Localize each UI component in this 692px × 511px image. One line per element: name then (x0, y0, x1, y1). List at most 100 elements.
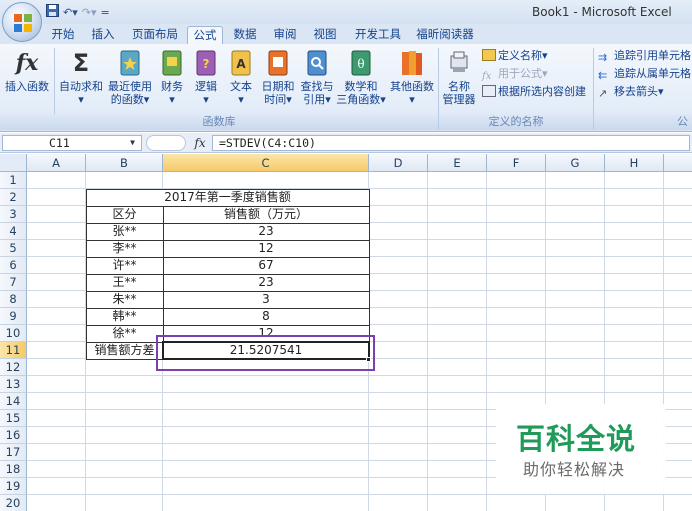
create-from-selection-icon (482, 85, 496, 97)
tab-view[interactable]: 视图 (308, 26, 342, 44)
tab-data[interactable]: 数据 (228, 26, 262, 44)
row-header[interactable]: 5 (0, 240, 27, 257)
define-name-icon (482, 49, 496, 61)
name-manager-button[interactable]: 名称 管理器 (440, 48, 478, 112)
save-icon[interactable] (46, 4, 59, 21)
fx-icon: fx (15, 50, 39, 76)
name-box[interactable]: C11 ▼ (2, 135, 142, 151)
column-header-a[interactable]: A (27, 154, 86, 172)
tab-page-layout[interactable]: 页面布局 (126, 26, 184, 44)
insert-function-button[interactable]: fx 插入函数 (2, 48, 52, 112)
column-header-d[interactable]: D (369, 154, 428, 172)
book-text-icon: A (231, 50, 251, 76)
remove-arrows-icon: ↗ (598, 87, 608, 100)
row-header[interactable]: 10 (0, 325, 27, 342)
column-header-c[interactable]: C (163, 154, 369, 172)
table-cell-name[interactable]: 王** (86, 274, 163, 291)
tab-home[interactable]: 开始 (46, 26, 80, 44)
column-header-e[interactable]: E (428, 154, 487, 172)
more-functions-button[interactable]: 其他函数 ▾ (388, 48, 436, 112)
date-time-button[interactable]: 日期和 时间▾ (259, 48, 297, 112)
insert-function-fx-icon[interactable]: fx (190, 135, 210, 151)
financial-button[interactable]: 财务 ▾ (156, 48, 188, 112)
result-label[interactable]: 销售额方差 (86, 342, 163, 359)
trace-precedents-button[interactable]: ⇉ 追踪引用单元格 (598, 48, 691, 64)
header-region[interactable]: 区分 (86, 206, 163, 223)
ribbon-tabs: 开始 插入 页面布局 公式 数据 审阅 视图 开发工具 福昕阅读器 (0, 24, 692, 44)
row-header[interactable]: 13 (0, 376, 27, 393)
ribbon: fx 插入函数 Σ 自动求和 ▾ 最近使用 的函数▾ 财务 ▾ ? 逻辑 ▾ A… (0, 44, 692, 132)
book-date-icon (268, 50, 288, 76)
column-header-partial[interactable] (664, 154, 692, 172)
row-header[interactable]: 14 (0, 393, 27, 410)
row-header[interactable]: 1 (0, 172, 27, 189)
watermark-slogan: 助你轻松解决 (523, 460, 626, 479)
lookup-reference-button[interactable]: 查找与 引用▾ (298, 48, 336, 112)
column-header-g[interactable]: G (546, 154, 605, 172)
undo-icon[interactable]: ↶▾ (63, 6, 78, 20)
book-math-icon: θ (351, 50, 371, 76)
row-header[interactable]: 12 (0, 359, 27, 376)
book-lookup-icon (307, 50, 327, 76)
tab-insert[interactable]: 插入 (86, 26, 120, 44)
tab-developer[interactable]: 开发工具 (350, 26, 406, 44)
table-cell-name[interactable]: 徐** (86, 325, 163, 342)
header-sales[interactable]: 销售额（万元） (163, 206, 369, 223)
table-cell-name[interactable]: 许** (86, 257, 163, 274)
tab-foxit-reader[interactable]: 福昕阅读器 (412, 26, 478, 44)
row-header[interactable]: 16 (0, 427, 27, 444)
row-header[interactable]: 18 (0, 461, 27, 478)
office-logo-icon (14, 14, 32, 32)
use-in-formula-icon: fx (482, 71, 492, 82)
formula-input[interactable]: =STDEV(C4:C10) (212, 135, 690, 151)
svg-text:θ: θ (357, 57, 364, 71)
name-box-dropdown-icon[interactable]: ▼ (130, 136, 135, 150)
row-header[interactable]: 17 (0, 444, 27, 461)
trace-dependents-button[interactable]: ⇇ 追踪从属单元格 (598, 66, 691, 82)
row-header[interactable]: 2 (0, 189, 27, 206)
row-header[interactable]: 20 (0, 495, 27, 511)
column-header-f[interactable]: F (487, 154, 546, 172)
table-cell-value[interactable]: 12 (163, 240, 369, 257)
tab-review[interactable]: 审阅 (268, 26, 302, 44)
column-header-b[interactable]: B (86, 154, 163, 172)
define-name-button[interactable]: 定义名称▾ (482, 48, 548, 64)
table-title[interactable]: 2017年第一季度销售额 (86, 189, 369, 206)
table-cell-name[interactable]: 韩** (86, 308, 163, 325)
table-cell-name[interactable]: 李** (86, 240, 163, 257)
office-button[interactable] (2, 2, 42, 42)
recently-used-button[interactable]: 最近使用 的函数▾ (106, 48, 154, 112)
logical-button[interactable]: ? 逻辑 ▾ (190, 48, 222, 112)
row-header[interactable]: 6 (0, 257, 27, 274)
trace-precedents-icon: ⇉ (598, 51, 608, 64)
table-cell-value[interactable]: 23 (163, 223, 369, 240)
remove-arrows-button[interactable]: ↗ 移去箭头▾ (598, 84, 664, 100)
svg-text:A: A (236, 57, 246, 71)
table-cell-name[interactable]: 张** (86, 223, 163, 240)
window-title: Book1 - Microsoft Excel (532, 5, 672, 19)
row-header[interactable]: 4 (0, 223, 27, 240)
redo-icon[interactable]: ↷▾ (82, 6, 97, 20)
create-from-selection-button[interactable]: 根据所选内容创建 (482, 84, 586, 100)
row-header[interactable]: 3 (0, 206, 27, 223)
formula-bar-expand (146, 135, 186, 151)
row-header[interactable]: 15 (0, 410, 27, 427)
row-header[interactable]: 19 (0, 478, 27, 495)
text-button[interactable]: A 文本 ▾ (224, 48, 258, 112)
column-header-h[interactable]: H (605, 154, 664, 172)
table-cell-value[interactable]: 67 (163, 257, 369, 274)
tab-formulas[interactable]: 公式 (187, 26, 223, 44)
table-cell-name[interactable]: 朱** (86, 291, 163, 308)
row-header[interactable]: 9 (0, 308, 27, 325)
table-cell-value[interactable]: 23 (163, 274, 369, 291)
select-all-corner[interactable] (0, 154, 27, 172)
row-header[interactable]: 8 (0, 291, 27, 308)
table-cell-value[interactable]: 8 (163, 308, 369, 325)
customize-toolbar-icon[interactable]: = (101, 6, 110, 20)
math-trig-button[interactable]: θ 数学和 三角函数▾ (336, 48, 386, 112)
row-header[interactable]: 7 (0, 274, 27, 291)
autosum-button[interactable]: Σ 自动求和 ▾ (57, 48, 105, 112)
use-in-formula-button[interactable]: fx 用于公式▾ (482, 66, 548, 82)
row-header[interactable]: 11 (0, 342, 27, 359)
table-cell-value[interactable]: 3 (163, 291, 369, 308)
